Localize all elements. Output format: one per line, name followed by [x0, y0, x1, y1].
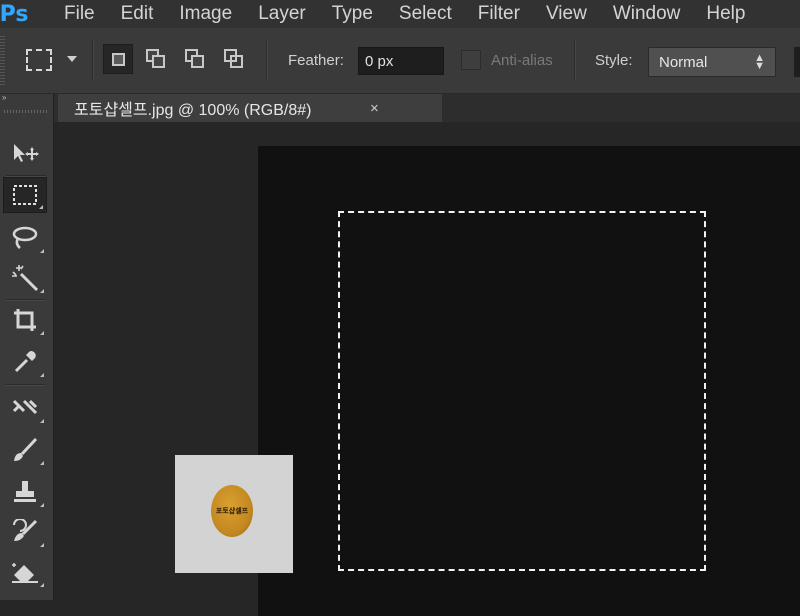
toolbox-grip[interactable]	[4, 110, 49, 113]
document-canvas[interactable]	[258, 146, 800, 616]
feather-label: Feather:	[288, 52, 344, 69]
select-arrows-icon: ▲ ▼	[754, 52, 765, 72]
new-selection-button[interactable]	[103, 44, 133, 74]
eraser-icon[interactable]	[3, 554, 47, 590]
menu-help[interactable]: Help	[706, 3, 745, 25]
menu-select[interactable]: Select	[399, 3, 452, 25]
divider	[266, 40, 267, 80]
document-tab[interactable]: 포토샵셀프.jpg @ 100% (RGB/8#) ×	[58, 94, 442, 122]
menu-image[interactable]: Image	[179, 3, 232, 25]
feather-input[interactable]: 0 px	[358, 47, 444, 75]
menu-view[interactable]: View	[546, 3, 587, 25]
divider	[92, 40, 93, 80]
eyedropper-icon[interactable]	[3, 344, 47, 380]
menu-edit[interactable]: Edit	[121, 3, 154, 25]
magic-wand-icon[interactable]	[3, 260, 47, 296]
cookie-image-thumbnail: 포토샵셀프	[175, 455, 293, 573]
tool-preset-icon[interactable]	[26, 49, 52, 71]
healing-brush-icon[interactable]	[3, 390, 47, 426]
workspace: 포토샵셀프	[54, 122, 800, 616]
brush-icon[interactable]	[3, 432, 47, 468]
cookie-label: 포토샵셀프	[215, 508, 249, 515]
menu-layer[interactable]: Layer	[258, 3, 306, 25]
toolbox-collapse-icon[interactable]: »	[0, 94, 53, 102]
options-bar: Feather: 0 px Anti-alias Style: Normal ▲…	[0, 28, 800, 94]
menu-type[interactable]: Type	[332, 3, 373, 25]
close-icon[interactable]: ×	[370, 100, 379, 117]
preset-dropdown-icon[interactable]	[67, 56, 77, 62]
menu-bar: Ps File Edit Image Layer Type Select Fil…	[0, 0, 800, 28]
marquee-selection[interactable]	[338, 211, 706, 571]
crop-icon[interactable]	[3, 302, 47, 338]
toolbox: »	[0, 94, 54, 600]
cookie-graphic: 포토샵셀프	[211, 485, 253, 537]
menu-file[interactable]: File	[64, 3, 95, 25]
clone-stamp-icon[interactable]	[3, 474, 47, 510]
move-tool-icon[interactable]	[3, 135, 47, 171]
intersect-selection-button[interactable]	[219, 44, 249, 74]
lasso-icon[interactable]	[3, 220, 47, 256]
document-tab-title: 포토샵셀프.jpg @ 100% (RGB/8#)	[74, 102, 312, 119]
options-grip[interactable]	[0, 36, 5, 86]
add-to-selection-button[interactable]	[141, 44, 171, 74]
divider	[574, 40, 575, 80]
style-select[interactable]: Normal ▲ ▼	[648, 47, 776, 77]
width-field[interactable]	[794, 47, 800, 77]
rectangular-marquee-icon[interactable]	[3, 177, 47, 213]
style-select-value: Normal	[659, 53, 708, 71]
anti-alias-label: Anti-alias	[491, 52, 553, 69]
document-tab-bar: 포토샵셀프.jpg @ 100% (RGB/8#) ×	[54, 94, 800, 122]
photoshop-logo: Ps	[0, 1, 29, 27]
menu-window[interactable]: Window	[613, 3, 681, 25]
menu-filter[interactable]: Filter	[478, 3, 520, 25]
history-brush-icon[interactable]	[3, 514, 47, 550]
subtract-from-selection-button[interactable]	[180, 44, 210, 74]
style-label: Style:	[595, 52, 633, 69]
anti-alias-checkbox[interactable]	[461, 50, 481, 70]
